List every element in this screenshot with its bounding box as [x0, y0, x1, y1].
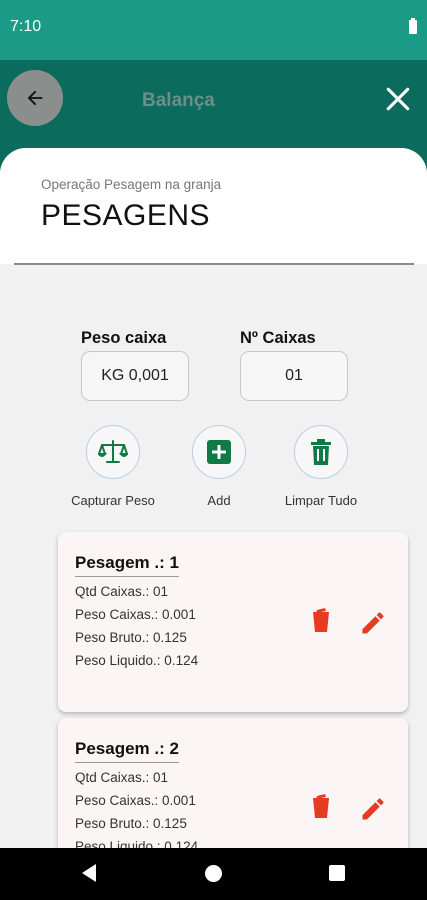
- system-nav-bar: [0, 848, 427, 900]
- nav-back-icon[interactable]: [82, 864, 96, 882]
- back-button[interactable]: [7, 70, 63, 126]
- app-title: Balança: [142, 90, 215, 111]
- delete-icon[interactable]: [310, 607, 332, 633]
- scale-icon: [98, 440, 128, 463]
- limpar-tudo-label: Limpar Tudo: [284, 493, 358, 508]
- capturar-peso-label: Capturar Peso: [71, 493, 155, 508]
- delete-icon[interactable]: [310, 793, 332, 819]
- pesagem-title: Pesagem .: 1: [75, 553, 179, 577]
- peso-caixas: Peso Caixas.: 0.001: [75, 607, 196, 622]
- edit-icon[interactable]: [359, 795, 387, 823]
- qtd-caixas: Qtd Caixas.: 01: [75, 770, 169, 785]
- pesagem-title: Pesagem .: 2: [75, 739, 179, 763]
- sheet-header: Operação Pesagem na granja PESAGENS: [0, 148, 427, 264]
- battery-icon: [409, 18, 417, 34]
- close-icon: [386, 87, 410, 111]
- edit-icon[interactable]: [359, 609, 387, 637]
- plus-box-icon: [207, 440, 231, 464]
- peso-bruto: Peso Bruto.: 0.125: [75, 630, 187, 645]
- close-button[interactable]: [383, 84, 413, 114]
- peso-caixas: Peso Caixas.: 0.001: [75, 793, 196, 808]
- bottom-sheet: Operação Pesagem na granja PESAGENS Peso…: [0, 148, 427, 848]
- capturar-peso-button[interactable]: [86, 425, 140, 479]
- peso-bruto: Peso Bruto.: 0.125: [75, 816, 187, 831]
- peso-liquido: Peso Liquido.: 0.124: [75, 653, 199, 668]
- page-title: PESAGENS: [41, 199, 211, 232]
- pesagem-card: Pesagem .: 2 Qtd Caixas.: 01 Peso Caixas…: [58, 718, 408, 848]
- trash-icon: [311, 439, 331, 465]
- app-bar: Balança: [0, 60, 427, 210]
- status-bar: 7:10: [0, 0, 427, 60]
- nav-home-icon[interactable]: [205, 865, 222, 882]
- add-button[interactable]: [192, 425, 246, 479]
- pesagem-card: Pesagem .: 1 Qtd Caixas.: 01 Peso Caixas…: [58, 532, 408, 712]
- peso-liquido: Peso Liquido.: 0.124: [75, 839, 199, 848]
- sheet-subtitle: Operação Pesagem na granja: [41, 177, 222, 192]
- header-divider: [14, 263, 414, 265]
- peso-caixa-label: Peso caixa: [81, 329, 167, 347]
- status-time: 7:10: [10, 18, 42, 35]
- qtd-caixas: Qtd Caixas.: 01: [75, 584, 169, 599]
- peso-caixa-field[interactable]: KG 0,001: [81, 351, 189, 401]
- nav-recents-icon[interactable]: [329, 865, 345, 881]
- num-caixas-field[interactable]: 01: [240, 351, 348, 401]
- limpar-tudo-button[interactable]: [294, 425, 348, 479]
- num-caixas-label: Nº Caixas: [240, 329, 316, 347]
- arrow-left-icon: [27, 90, 43, 106]
